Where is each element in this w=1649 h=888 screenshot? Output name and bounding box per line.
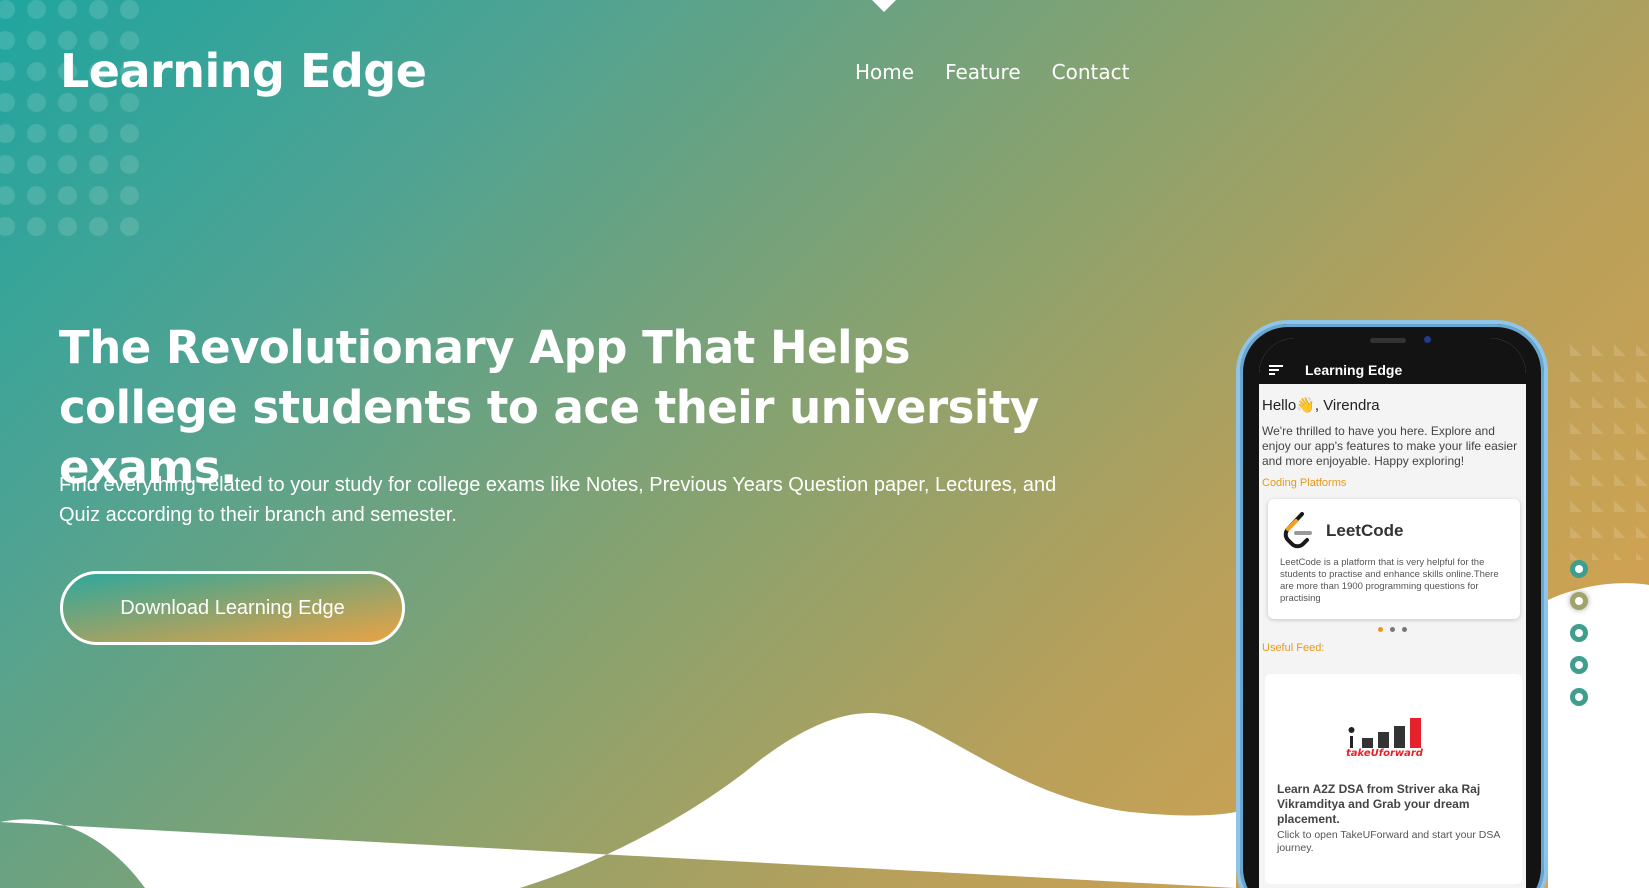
app-bar-title: Learning Edge xyxy=(1305,362,1403,378)
nav-contact-link[interactable]: Contact xyxy=(1052,60,1130,84)
carousel-dot[interactable] xyxy=(1390,627,1395,632)
slider-dot[interactable] xyxy=(1570,624,1588,642)
slider-dot[interactable] xyxy=(1570,656,1588,674)
svg-text:takeUforward: takeUforward xyxy=(1346,748,1424,758)
download-button[interactable]: Download Learning Edge xyxy=(60,571,405,645)
menu-icon[interactable] xyxy=(1269,365,1283,375)
slider-dot[interactable] xyxy=(1570,688,1588,706)
takeuforward-logo-icon: takeUforward xyxy=(1346,718,1424,758)
nav-home-link[interactable]: Home xyxy=(855,60,914,84)
phone-camera-icon xyxy=(1424,336,1431,343)
takeuforward-logo: takeUforward xyxy=(1277,714,1510,758)
slider-dot-active[interactable] xyxy=(1570,592,1588,610)
phone-screen: Learning Edge Hello👋, Virendra We're thr… xyxy=(1259,338,1526,888)
carousel-dot[interactable] xyxy=(1378,627,1383,632)
top-notch-marker xyxy=(872,0,896,12)
phone-notch xyxy=(1336,330,1448,360)
feed-card[interactable]: takeUforward Learn A2Z DSA from Striver … xyxy=(1265,674,1522,884)
slider-pagination xyxy=(1570,560,1588,706)
brand-logo-text[interactable]: Learning Edge xyxy=(60,44,427,98)
hero-section: Learning Edge Home Feature Contact The R… xyxy=(0,0,1649,888)
platform-card-title: LeetCode xyxy=(1326,521,1404,540)
slider-dot[interactable] xyxy=(1570,560,1588,578)
platform-card[interactable]: LeetCode LeetCode is a platform that is … xyxy=(1268,499,1520,619)
coding-platforms-label: Coding Platforms xyxy=(1262,477,1347,489)
phone-mockup: Learning Edge Hello👋, Virendra We're thr… xyxy=(1236,320,1548,888)
platform-card-description: LeetCode is a platform that is very help… xyxy=(1280,557,1499,604)
feed-card-headline: Learn A2Z DSA from Striver aka Raj Vikra… xyxy=(1277,782,1481,826)
phone-speaker xyxy=(1370,338,1406,343)
main-nav: Home Feature Contact xyxy=(855,60,1129,84)
welcome-text: We're thrilled to have you here. Explore… xyxy=(1262,424,1518,468)
feed-card-subtext: Click to open TakeUForward and start you… xyxy=(1277,829,1500,854)
greeting-text: Hello👋, Virendra xyxy=(1262,397,1380,414)
hero-subtext: Find everything related to your study fo… xyxy=(59,474,1057,526)
carousel-dot[interactable] xyxy=(1402,627,1407,632)
leetcode-logo-icon xyxy=(1283,512,1312,549)
nav-feature-link[interactable]: Feature xyxy=(945,60,1021,84)
useful-feed-label: Useful Feed: xyxy=(1262,642,1325,654)
